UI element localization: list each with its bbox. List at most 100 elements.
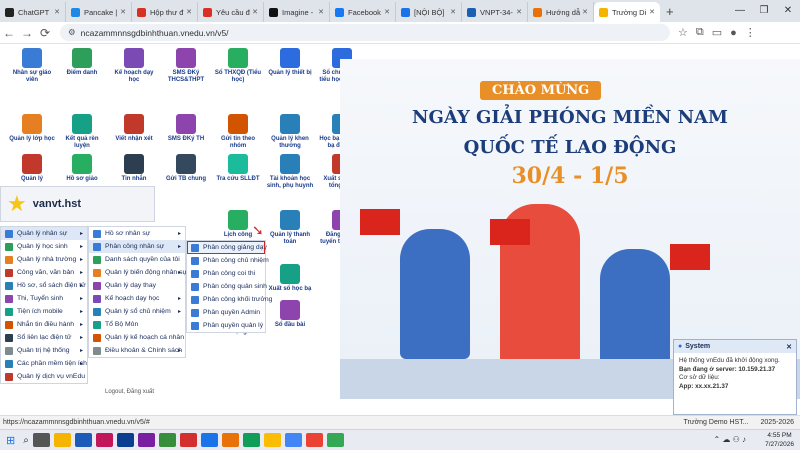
tab-close-icon[interactable]: ✕ xyxy=(120,8,126,16)
app-icon[interactable]: Điểm danh xyxy=(58,48,106,77)
app-icon[interactable]: Quản lý thanh toán xyxy=(266,210,314,246)
taskbar-app-icon[interactable] xyxy=(53,433,71,447)
menu-item[interactable]: Tiện ích mobile ▸ xyxy=(1,305,87,318)
app-icon[interactable]: Quản lý khen thưởng xyxy=(266,114,314,150)
app-icon[interactable]: Gửi tin theo nhóm xyxy=(214,114,262,150)
browser-tab[interactable]: Imagine - ✕ xyxy=(264,2,330,22)
back-icon[interactable]: ← xyxy=(0,26,18,40)
logout-link[interactable]: Logout, Đăng xuất xyxy=(105,389,154,395)
menu-item[interactable]: Quản lý kế hoạch cá nhân xyxy=(89,331,185,344)
app-icon[interactable]: Nhân sự giáo viên xyxy=(8,48,56,84)
browser-tab[interactable]: ChatGPT ✕ xyxy=(0,2,66,22)
browser-tab[interactable]: Facebook ✕ xyxy=(330,2,396,22)
menu-item[interactable]: Nhắn tin điều hành ▸ xyxy=(1,318,87,331)
taskbar-app-icon[interactable] xyxy=(263,433,281,447)
app-icon[interactable]: Quản lý lớp học xyxy=(8,114,56,143)
taskbar-app-icon[interactable] xyxy=(32,433,50,447)
menu-item[interactable]: Quản lý dạy thay xyxy=(89,279,185,292)
app-icon[interactable]: Quản lý thiết bị xyxy=(266,48,314,77)
close-window-icon[interactable]: ✕ xyxy=(776,0,800,22)
menu-item[interactable]: Điều khoản & Chính sách ▸ xyxy=(89,344,185,357)
menu-item[interactable]: Phân công giảng dạy xyxy=(187,241,267,254)
menu-item[interactable]: Phân công quản sinh xyxy=(187,280,267,293)
browser-tab[interactable]: [NỘI BỘ] ✕ xyxy=(396,2,462,22)
tab-close-icon[interactable]: ✕ xyxy=(384,8,390,16)
extensions-icon[interactable]: ⧉ xyxy=(696,26,704,39)
browser-tab[interactable]: Hướng dẫ ✕ xyxy=(528,2,594,22)
menu-item[interactable]: Quản lý học sinh ▸ xyxy=(1,240,87,253)
tab-close-icon[interactable]: ✕ xyxy=(450,8,456,16)
app-icon[interactable]: Hồ sơ giảo xyxy=(58,154,106,183)
taskbar-app-icon[interactable] xyxy=(284,433,302,447)
taskbar-app-icon[interactable] xyxy=(137,433,155,447)
tab-close-icon[interactable]: ✕ xyxy=(516,8,522,16)
tab-close-icon[interactable]: ✕ xyxy=(582,8,588,16)
app-icon[interactable]: SMS ĐKý TH xyxy=(162,114,210,143)
menu-item[interactable]: Thi, Tuyển sinh ▸ xyxy=(1,292,87,305)
app-icon[interactable]: Tài khoản học sinh, phụ huynh xyxy=(266,154,314,190)
app-icon[interactable]: Sổ đầu bài xyxy=(266,300,314,329)
school-year[interactable]: 2025-2026 xyxy=(761,419,794,426)
menu-item[interactable]: Hồ sơ, sổ sách điện tử ▸ xyxy=(1,279,87,292)
menu-item[interactable]: Hồ sơ nhân sự ▸ xyxy=(89,227,185,240)
taskbar-app-icon[interactable] xyxy=(179,433,197,447)
reload-icon[interactable]: ⟳ xyxy=(36,26,54,40)
taskbar-app-icon[interactable] xyxy=(95,433,113,447)
app-icon[interactable]: Viết nhận xét xyxy=(110,114,158,143)
menu-item[interactable]: Quản lý biến động nhân sự ▸ xyxy=(89,266,187,279)
browser-tab[interactable]: Yêu cầu đ ✕ xyxy=(198,2,264,22)
forward-icon[interactable]: → xyxy=(18,26,36,40)
menu-item[interactable]: Danh sách quyền của tôi xyxy=(89,253,185,266)
bookmark-star-icon[interactable]: ☆ xyxy=(678,26,688,39)
taskbar-app-icon[interactable] xyxy=(221,433,239,447)
menu-item[interactable]: Các phần mềm tiện ích ▸ xyxy=(1,357,87,370)
browser-tab[interactable]: Pancake | ✕ xyxy=(66,2,132,22)
taskbar-app-icon[interactable] xyxy=(74,433,92,447)
tab-close-icon[interactable]: ✕ xyxy=(252,8,258,16)
url-field[interactable]: ⚙ ncazammnnsgdbinhthuan.vnedu.vn/v5/ xyxy=(60,24,670,41)
menu-item[interactable]: Phân công nhân sự ▸ xyxy=(89,240,185,253)
site-info-icon[interactable]: ⚙ xyxy=(68,27,76,38)
taskbar-app-icon[interactable] xyxy=(242,433,260,447)
app-icon[interactable]: Tin nhắn xyxy=(110,154,158,183)
menu-item[interactable]: Kế hoạch dạy học ▸ xyxy=(89,292,185,305)
taskbar-app-icon[interactable] xyxy=(326,433,344,447)
menu-item[interactable]: Sổ liên lạc điện tử ▸ xyxy=(1,331,87,344)
menu-item[interactable]: Quản lý nhà trường ▸ xyxy=(1,253,87,266)
taskbar-app-icon[interactable] xyxy=(158,433,176,447)
menu-item[interactable]: Tổ Bộ Môn xyxy=(89,318,185,331)
app-icon[interactable]: Gửi TB chung xyxy=(162,154,210,183)
minimize-icon[interactable]: — xyxy=(728,0,752,22)
taskbar-app-icon[interactable] xyxy=(200,433,218,447)
tab-close-icon[interactable]: ✕ xyxy=(54,8,60,16)
app-icon[interactable]: Sổ THXQĐ (Tiểu học) xyxy=(214,48,262,84)
close-icon[interactable]: ✕ xyxy=(786,343,792,351)
menu-item[interactable]: Phân quyền Admin xyxy=(187,306,265,319)
app-icon[interactable]: Kế hoạch dạy học xyxy=(110,48,158,84)
app-icon[interactable]: Tra cứu SLLĐT xyxy=(214,154,262,183)
browser-menu-icon[interactable]: ⋮ xyxy=(745,26,756,39)
profile-avatar[interactable]: ● xyxy=(730,27,737,39)
app-icon[interactable]: SMS ĐKý THCS&THPT xyxy=(162,48,210,84)
menu-item[interactable]: Quản trị hệ thống ▸ xyxy=(1,344,87,357)
menu-item[interactable]: Quản lý dịch vụ vnEdu xyxy=(1,370,87,383)
menu-item[interactable]: Phân công khối trưởng xyxy=(187,293,272,306)
menu-item[interactable]: Công văn, văn bản ▸ xyxy=(1,266,87,279)
tab-close-icon[interactable]: ✕ xyxy=(186,8,192,16)
menu-item[interactable]: Quản lý sổ chủ nhiệm ▸ xyxy=(89,305,185,318)
menu-item[interactable]: Quản lý nhân sự ▸ xyxy=(1,227,87,240)
windows-start-icon[interactable]: ⊞ xyxy=(6,434,15,447)
taskbar-app-icon[interactable] xyxy=(116,433,134,447)
menu-item[interactable]: Phân công chủ nhiệm xyxy=(187,254,269,267)
browser-tab[interactable]: VNPT-34- ✕ xyxy=(462,2,528,22)
app-icon[interactable]: Xuất sổ học bạ xyxy=(266,264,314,293)
tab-close-icon[interactable]: ✕ xyxy=(649,8,655,16)
app-icon[interactable]: Quản lý xyxy=(8,154,56,183)
browser-tab[interactable]: Trường Di ✕ xyxy=(594,2,660,22)
menu-item[interactable]: Phân công coi thi xyxy=(187,267,265,280)
maximize-icon[interactable]: ❐ xyxy=(752,0,776,22)
menu-item[interactable]: Phân quyền quản lý xyxy=(187,319,265,332)
school-name[interactable]: Trường Demo HST... xyxy=(684,419,749,426)
taskbar-app-icon[interactable] xyxy=(305,433,323,447)
new-tab-icon[interactable]: + xyxy=(660,2,680,22)
